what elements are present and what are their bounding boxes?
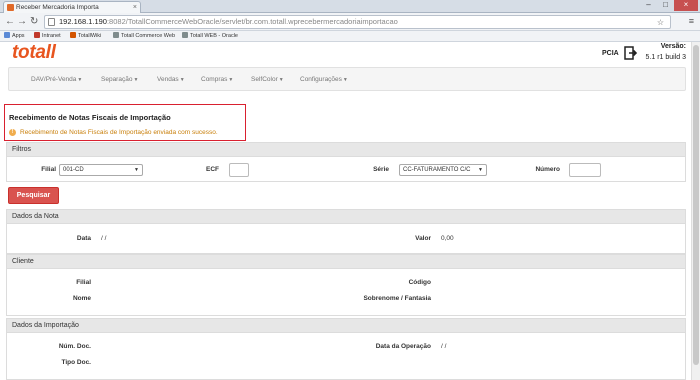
url-path: :8082/TotallCommerceWebOracle/servlet/br… <box>106 17 398 26</box>
folder-icon <box>113 32 119 38</box>
caret-down-icon: ▼ <box>77 77 83 83</box>
back-icon[interactable]: ← <box>5 16 15 27</box>
sobrenome-fantasia-label: Sobrenome / Fantasia <box>363 295 431 302</box>
bookmark-star-icon[interactable]: ☆ <box>657 17 664 28</box>
page-header-highlight: Recebimento de Notas Fiscais de Importaç… <box>4 104 246 141</box>
tab-close-icon[interactable]: × <box>133 2 137 13</box>
caret-down-icon: ▼ <box>228 77 234 83</box>
caret-down-icon: ▼ <box>342 77 348 83</box>
forward-icon[interactable]: → <box>17 16 27 27</box>
page-title: Recebimento de Notas Fiscais de Importaç… <box>9 113 171 122</box>
select-arrow-icon: ▼ <box>134 167 139 173</box>
nav-separacao[interactable]: Separação▼ <box>101 76 138 83</box>
nav-dav-pre-venda[interactable]: DAV/Pré-Venda▼ <box>31 76 82 83</box>
data-operacao-value: / / <box>441 343 447 350</box>
nome-label: Nome <box>72 295 91 302</box>
panel-dados-nota-body: Data / / Valor 0,00 <box>6 224 686 254</box>
panel-filtros-heading: Filtros <box>6 142 686 157</box>
nav-vendas[interactable]: Vendas▼ <box>157 76 185 83</box>
browser-menu-icon[interactable]: ≡ <box>689 16 694 26</box>
ecf-label: ECF <box>206 166 219 173</box>
folder-icon <box>182 32 188 38</box>
numero-label: Número <box>535 166 560 173</box>
address-bar[interactable]: 192.168.1.190:8082/TotallCommerceWebOrac… <box>44 15 671 29</box>
num-doc-label: Núm. Doc. <box>58 343 91 350</box>
warning-icon: ! <box>9 129 16 136</box>
nav-selfcolor[interactable]: SelfColor▼ <box>251 76 284 83</box>
minimize-icon[interactable]: – <box>640 0 657 11</box>
window-close-icon[interactable]: × <box>674 0 698 11</box>
page-scrollbar[interactable] <box>691 42 700 380</box>
filtro-filial-label: Filial <box>41 166 56 173</box>
window-controls: – □ × <box>640 0 698 11</box>
app-page: totall PCIA Versão: 5.1 r1 build 3 DAV/P… <box>0 42 700 380</box>
caret-down-icon: ▼ <box>133 77 139 83</box>
version-label: Versão: <box>660 43 686 50</box>
caret-down-icon: ▼ <box>179 77 185 83</box>
bookmark-totall-commerce-web[interactable]: Totall Commerce Web <box>113 31 175 41</box>
main-navbar: DAV/Pré-Venda▼ Separação▼ Vendas▼ Compra… <box>8 67 686 91</box>
serie-select[interactable]: CC-FATURAMENTO C/C ▼ <box>399 164 487 176</box>
page-info-icon <box>48 18 55 26</box>
data-label: Data <box>76 235 91 242</box>
panel-importacao-body: Núm. Doc. Data da Operação / / Tipo Doc. <box>6 333 686 380</box>
tipo-doc-label: Tipo Doc. <box>61 359 92 366</box>
bookmark-totallwiki[interactable]: TotallWiki <box>70 31 101 41</box>
panel-filtros-body: Filial 001-CD ▼ ECF Série CC-FATURAMENTO… <box>6 157 686 182</box>
bookmark-apps[interactable]: Apps <box>4 31 25 41</box>
caret-down-icon: ▼ <box>278 77 284 83</box>
tab-title: Receber Mercadoria Importa <box>16 4 99 11</box>
totallwiki-icon <box>70 32 76 38</box>
valor-value: 0,00 <box>441 235 454 242</box>
version-value: 5.1 r1 build 3 <box>645 54 686 61</box>
bookmark-totall-web-oracle[interactable]: Totall WEB - Oracle <box>182 31 238 41</box>
nav-compras[interactable]: Compras▼ <box>201 76 233 83</box>
panel-importacao-heading: Dados da Importação <box>6 318 686 333</box>
browser-tab[interactable]: Receber Mercadoria Importa × <box>3 1 141 13</box>
bookmark-intranet[interactable]: Intranet <box>34 31 61 41</box>
logout-icon[interactable] <box>624 46 638 60</box>
nav-configuracoes[interactable]: Configurações▼ <box>300 76 348 83</box>
browser-toolbar: ← → ↻ 192.168.1.190:8082/TotallCommerceW… <box>0 13 700 31</box>
panel-dados-nota-heading: Dados da Nota <box>6 209 686 224</box>
company-code: PCIA <box>602 50 619 57</box>
data-operacao-label: Data da Operação <box>375 343 431 350</box>
totall-logo[interactable]: totall <box>12 42 56 64</box>
scrollbar-thumb[interactable] <box>693 45 699 365</box>
ecf-input[interactable] <box>229 163 249 177</box>
bookmarks-bar: Apps Intranet TotallWiki Totall Commerce… <box>0 31 700 42</box>
browser-tabstrip: Receber Mercadoria Importa × – □ × <box>0 0 700 13</box>
cliente-filial-label: Filial <box>76 279 91 286</box>
url-host: 192.168.1.190 <box>59 17 107 26</box>
page-favicon-icon <box>7 4 14 11</box>
reload-icon[interactable]: ↻ <box>30 16 38 27</box>
pesquisar-button[interactable]: Pesquisar <box>8 187 59 204</box>
panel-cliente-heading: Cliente <box>6 254 686 269</box>
apps-icon <box>4 32 10 38</box>
select-arrow-icon: ▼ <box>478 167 483 173</box>
data-value: / / <box>101 235 107 242</box>
intranet-icon <box>34 32 40 38</box>
serie-label: Série <box>373 166 389 173</box>
maximize-icon[interactable]: □ <box>657 0 674 11</box>
success-message: Recebimento de Notas Fiscais de Importaç… <box>20 129 218 136</box>
panel-cliente-body: Filial Código Nome Sobrenome / Fantasia <box>6 269 686 316</box>
valor-label: Valor <box>415 235 431 242</box>
filial-select[interactable]: 001-CD ▼ <box>59 164 143 176</box>
codigo-label: Código <box>408 279 431 286</box>
numero-input[interactable] <box>569 163 601 177</box>
